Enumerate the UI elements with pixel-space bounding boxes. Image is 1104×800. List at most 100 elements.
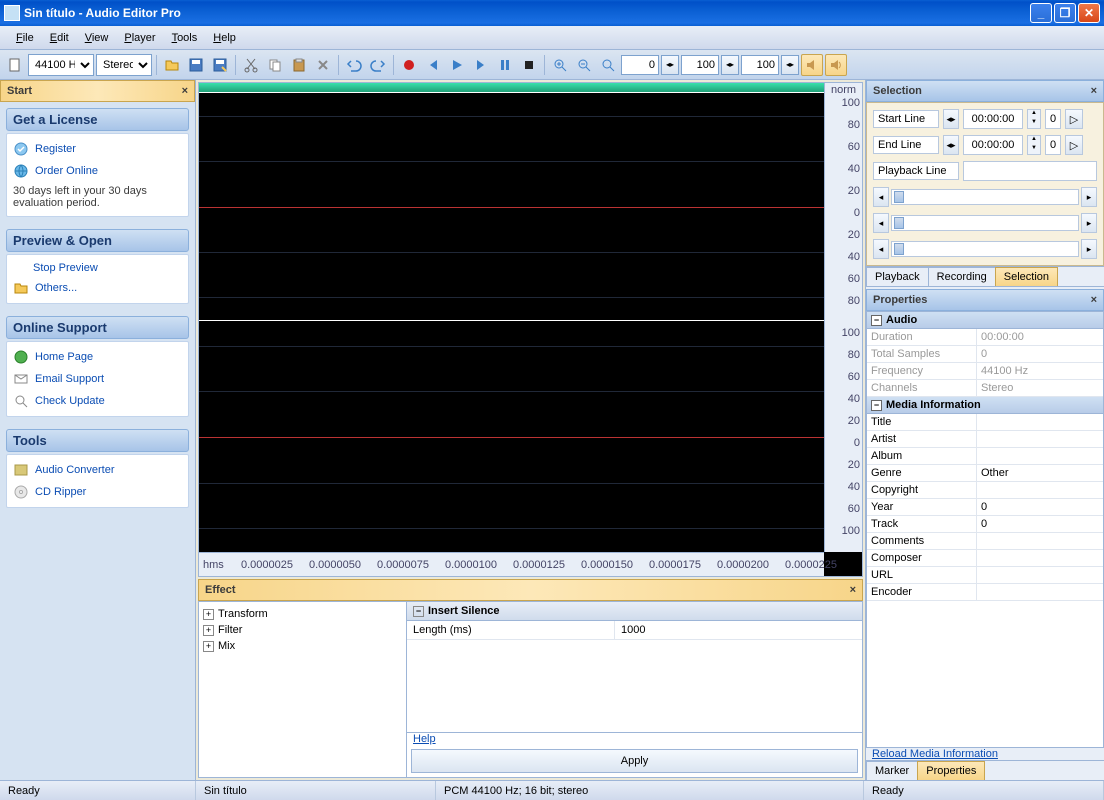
properties-panel-close[interactable]: × — [1091, 294, 1097, 306]
selection-panel: Start Line ◂▸ ▲▼ ▷ End Line ◂▸ ▲▼ ▷ Play… — [866, 102, 1104, 266]
redo-button[interactable] — [367, 54, 389, 76]
media-comments-value[interactable] — [977, 533, 1103, 549]
menu-view[interactable]: View — [77, 29, 117, 47]
param-label: Length (ms) — [407, 621, 615, 639]
stop-preview-link[interactable]: Stop Preview — [11, 259, 184, 277]
effect-category-transform[interactable]: +Transform — [203, 606, 402, 622]
start-line-nudge[interactable]: ◂▸ — [943, 109, 959, 129]
zoom-end2-field[interactable] — [741, 55, 779, 75]
menu-file[interactable]: File — [8, 29, 42, 47]
tab-selection[interactable]: Selection — [995, 267, 1058, 286]
media-title-value[interactable] — [977, 414, 1103, 430]
media-encoder-value[interactable] — [977, 584, 1103, 600]
end-go-button[interactable]: ▷ — [1065, 135, 1083, 155]
undo-button[interactable] — [343, 54, 365, 76]
others-link[interactable]: Others... — [11, 277, 184, 299]
audio-converter-link[interactable]: Audio Converter — [11, 459, 184, 481]
media-album-value[interactable] — [977, 448, 1103, 464]
waveform-channel-left[interactable] — [199, 93, 824, 321]
collapse-icon[interactable]: − — [871, 400, 882, 411]
zoom-in-button[interactable] — [549, 54, 571, 76]
zoom-start-spin[interactable]: ◂▸ — [661, 55, 679, 75]
start-time-spin[interactable]: ▲▼ — [1027, 109, 1041, 129]
selection-slider-1[interactable]: ◂▸ — [873, 187, 1097, 207]
paste-button[interactable] — [288, 54, 310, 76]
start-time-field[interactable] — [963, 109, 1023, 129]
media-genre-value[interactable]: Other — [977, 465, 1103, 481]
expand-icon[interactable]: + — [203, 609, 214, 620]
zoom-out-button[interactable] — [573, 54, 595, 76]
selection-slider-2[interactable]: ◂▸ — [873, 213, 1097, 233]
delete-button[interactable] — [312, 54, 334, 76]
effect-category-filter[interactable]: +Filter — [203, 622, 402, 638]
minimize-button[interactable]: _ — [1030, 3, 1052, 23]
copy-button[interactable] — [264, 54, 286, 76]
cd-ripper-link[interactable]: CD Ripper — [11, 481, 184, 503]
speaker-left-button[interactable] — [801, 54, 823, 76]
maximize-button[interactable]: ❐ — [1054, 3, 1076, 23]
zoom-end1-spin[interactable]: ◂▸ — [721, 55, 739, 75]
zoom-end2-spin[interactable]: ◂▸ — [781, 55, 799, 75]
menu-help[interactable]: Help — [205, 29, 244, 47]
save-as-button[interactable] — [209, 54, 231, 76]
home-page-link[interactable]: Home Page — [11, 346, 184, 368]
new-button[interactable] — [4, 54, 26, 76]
record-button[interactable] — [398, 54, 420, 76]
media-track-value[interactable]: 0 — [977, 516, 1103, 532]
tab-properties[interactable]: Properties — [917, 761, 985, 780]
end-time-spin[interactable]: ▲▼ — [1027, 135, 1041, 155]
sample-rate-select[interactable]: 44100 Hz — [28, 54, 94, 76]
waveform-display[interactable]: norm 100 80 60 40 20 0 20 40 60 80 100 8… — [198, 82, 863, 577]
save-button[interactable] — [185, 54, 207, 76]
speaker-right-button[interactable] — [825, 54, 847, 76]
start-panel-close[interactable]: × — [182, 85, 188, 97]
zoom-fit-button[interactable] — [597, 54, 619, 76]
help-link[interactable]: Help — [407, 727, 442, 751]
param-value[interactable]: 1000 — [615, 621, 651, 639]
effect-panel-close[interactable]: × — [850, 584, 856, 596]
collapse-icon[interactable]: − — [413, 606, 424, 617]
end-frame-field[interactable] — [1045, 135, 1061, 155]
zoom-start-field[interactable] — [621, 55, 659, 75]
start-go-button[interactable]: ▷ — [1065, 109, 1083, 129]
apply-button[interactable]: Apply — [411, 749, 858, 773]
stop-button[interactable] — [518, 54, 540, 76]
properties-panel-title: Properties — [873, 294, 927, 306]
zoom-end1-field[interactable] — [681, 55, 719, 75]
tab-playback[interactable]: Playback — [866, 267, 929, 286]
expand-icon[interactable]: + — [203, 641, 214, 652]
open-button[interactable] — [161, 54, 183, 76]
email-support-link[interactable]: Email Support — [11, 368, 184, 390]
close-button[interactable]: ✕ — [1078, 3, 1100, 23]
register-link[interactable]: Register — [11, 138, 184, 160]
collapse-icon[interactable]: − — [871, 315, 882, 326]
media-url-value[interactable] — [977, 567, 1103, 583]
go-end-button[interactable] — [470, 54, 492, 76]
go-start-button[interactable] — [422, 54, 444, 76]
media-composer-value[interactable] — [977, 550, 1103, 566]
media-artist-value[interactable] — [977, 431, 1103, 447]
waveform-overview[interactable] — [199, 83, 824, 93]
playback-line-field[interactable] — [963, 161, 1097, 181]
menu-edit[interactable]: Edit — [42, 29, 77, 47]
effect-category-mix[interactable]: +Mix — [203, 638, 402, 654]
end-time-field[interactable] — [963, 135, 1023, 155]
channels-select[interactable]: Stereo — [96, 54, 152, 76]
menu-tools[interactable]: Tools — [164, 29, 206, 47]
tab-recording[interactable]: Recording — [928, 267, 996, 286]
start-frame-field[interactable] — [1045, 109, 1061, 129]
media-year-value[interactable]: 0 — [977, 499, 1103, 515]
tab-marker[interactable]: Marker — [866, 761, 918, 780]
cut-button[interactable] — [240, 54, 262, 76]
selection-slider-3[interactable]: ◂▸ — [873, 239, 1097, 259]
order-online-link[interactable]: Order Online — [11, 160, 184, 182]
menu-player[interactable]: Player — [116, 29, 163, 47]
pause-button[interactable] — [494, 54, 516, 76]
media-copyright-value[interactable] — [977, 482, 1103, 498]
check-update-link[interactable]: Check Update — [11, 390, 184, 412]
end-line-nudge[interactable]: ◂▸ — [943, 135, 959, 155]
waveform-channel-right[interactable] — [199, 323, 824, 551]
play-button[interactable] — [446, 54, 468, 76]
selection-panel-close[interactable]: × — [1091, 85, 1097, 97]
expand-icon[interactable]: + — [203, 625, 214, 636]
